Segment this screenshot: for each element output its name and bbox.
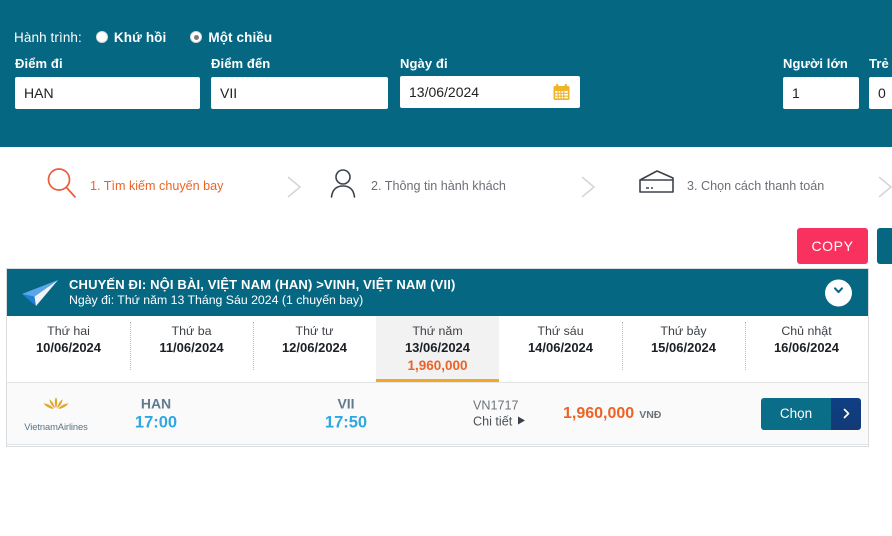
flight-result-row[interactable]: VietnamAirlines HAN 17:00 VII 17:50 VN17… bbox=[7, 383, 868, 445]
checkout-steps: 1. Tìm kiếm chuyến bay 2. Thông tin hành… bbox=[0, 147, 892, 224]
search-header: Hành trình: Khứ hồi Một chiều Điểm đi HA… bbox=[0, 0, 892, 147]
trip-option-round-trip[interactable]: Khứ hồi bbox=[96, 30, 166, 45]
depart-date-label: Ngày đi bbox=[400, 56, 448, 71]
departure-code: HAN bbox=[117, 394, 195, 412]
depart-date-input[interactable]: 13/06/2024 bbox=[400, 76, 580, 108]
step-separator-2-icon bbox=[578, 174, 600, 200]
date-tab-date: 13/06/2024 bbox=[405, 339, 470, 356]
person-icon bbox=[325, 165, 361, 206]
depart-date-value: 13/06/2024 bbox=[409, 84, 479, 100]
adults-value: 1 bbox=[792, 85, 800, 101]
adults-label: Người lớn bbox=[783, 56, 848, 71]
date-tab[interactable]: Thứ ba 11/06/2024 bbox=[130, 316, 253, 382]
arrival-code: VII bbox=[307, 394, 385, 412]
secondary-action-button[interactable] bbox=[877, 228, 892, 264]
date-tab-date: 16/06/2024 bbox=[774, 339, 839, 356]
paper-plane-icon bbox=[19, 277, 61, 309]
date-selector-strip: Thứ hai 10/06/2024 Thứ ba 11/06/2024 Thứ… bbox=[7, 316, 868, 383]
date-tab[interactable]: Thứ hai 10/06/2024 bbox=[7, 316, 130, 382]
fare-price-amount: 1,960,000 bbox=[563, 405, 634, 423]
date-tab[interactable]: Chủ nhật 16/06/2024 bbox=[745, 316, 868, 382]
date-tab[interactable]: Thứ sáu 14/06/2024 bbox=[499, 316, 622, 382]
outbound-flight-panel: CHUYẾN ĐI: NỘI BÀI, VIỆT NAM (HAN) >VINH… bbox=[6, 268, 869, 447]
step-separator-1-icon bbox=[284, 174, 306, 200]
select-flight-button[interactable]: Chọn bbox=[761, 398, 861, 430]
date-tab-selected[interactable]: Thứ năm 13/06/2024 1,960,000 bbox=[376, 316, 499, 382]
flight-detail-link[interactable]: Chi tiết bbox=[473, 413, 526, 430]
trip-type-label: Hành trình: bbox=[14, 30, 82, 45]
airline-logo: VietnamAirlines bbox=[17, 396, 95, 432]
flight-banner: CHUYẾN ĐI: NỘI BÀI, VIỆT NAM (HAN) >VINH… bbox=[7, 269, 868, 316]
date-tab-dow: Thứ sáu bbox=[537, 323, 583, 339]
date-tab-dow: Thứ hai bbox=[47, 323, 90, 339]
step-search-flight[interactable]: 1. Tìm kiếm chuyến bay bbox=[44, 147, 223, 224]
trip-type-row: Hành trình: Khứ hồi Một chiều bbox=[14, 27, 272, 47]
fare-price-currency: VNĐ bbox=[639, 409, 661, 421]
chevron-down-icon bbox=[832, 284, 845, 302]
select-flight-label: Chọn bbox=[761, 398, 831, 430]
departure-time: 17:00 bbox=[117, 412, 195, 433]
flight-banner-collapse-toggle[interactable] bbox=[825, 279, 852, 306]
children-input[interactable]: 0 bbox=[869, 77, 892, 109]
fare-price-block: 1,960,000 VNĐ bbox=[563, 405, 661, 423]
step-payment-method[interactable]: 3. Chọn cách thanh toán bbox=[635, 147, 824, 224]
trip-option-one-way-label: Một chiều bbox=[208, 30, 272, 45]
step-payment-method-label: 3. Chọn cách thanh toán bbox=[687, 179, 824, 193]
origin-input[interactable]: HAN bbox=[15, 77, 200, 109]
origin-value: HAN bbox=[24, 85, 54, 101]
flight-banner-title: CHUYẾN ĐI: NỘI BÀI, VIỆT NAM (HAN) >VINH… bbox=[69, 277, 456, 292]
destination-value: VII bbox=[220, 85, 237, 101]
radio-one-way-icon[interactable] bbox=[190, 31, 202, 43]
destination-label: Điểm đến bbox=[211, 56, 270, 71]
flight-number: VN1717 bbox=[473, 397, 526, 413]
date-tab-date: 12/06/2024 bbox=[282, 339, 347, 356]
arrival-segment: VII 17:50 bbox=[307, 394, 385, 433]
chevron-right-icon bbox=[831, 398, 861, 430]
date-tab-dow: Thứ tư bbox=[296, 323, 334, 339]
date-tab-dow: Chủ nhật bbox=[781, 323, 831, 339]
step-passenger-info-label: 2. Thông tin hành khách bbox=[371, 179, 506, 193]
origin-label: Điểm đi bbox=[15, 56, 63, 71]
trip-option-round-trip-label: Khứ hồi bbox=[114, 30, 166, 45]
step-separator-3-icon bbox=[875, 174, 892, 200]
step-search-flight-label: 1. Tìm kiếm chuyến bay bbox=[90, 179, 223, 193]
arrival-time: 17:50 bbox=[307, 412, 385, 433]
date-tab[interactable]: Thứ bảy 15/06/2024 bbox=[622, 316, 745, 382]
destination-input[interactable]: VII bbox=[211, 77, 388, 109]
date-tab-dow: Thứ ba bbox=[172, 323, 212, 339]
copy-button[interactable]: COPY bbox=[797, 228, 868, 264]
flight-banner-texts: CHUYẾN ĐI: NỘI BÀI, VIỆT NAM (HAN) >VINH… bbox=[69, 277, 456, 308]
radio-round-trip-icon[interactable] bbox=[96, 31, 108, 43]
vietnam-airlines-lotus-icon bbox=[39, 396, 73, 420]
date-tab[interactable]: Thứ tư 12/06/2024 bbox=[253, 316, 376, 382]
adults-input[interactable]: 1 bbox=[783, 77, 859, 109]
children-label: Trẻ bbox=[869, 56, 889, 71]
flight-number-block: VN1717 Chi tiết bbox=[473, 397, 526, 430]
date-tab-date: 10/06/2024 bbox=[36, 339, 101, 356]
date-tab-dow: Thứ năm bbox=[412, 323, 462, 339]
date-tab-dow: Thứ bảy bbox=[660, 323, 706, 339]
date-tab-date: 15/06/2024 bbox=[651, 339, 716, 356]
step-passenger-info[interactable]: 2. Thông tin hành khách bbox=[325, 147, 506, 224]
airline-name: VietnamAirlines bbox=[24, 421, 87, 432]
triangle-right-icon bbox=[517, 413, 526, 430]
search-icon bbox=[44, 165, 80, 206]
trip-option-one-way[interactable]: Một chiều bbox=[190, 30, 272, 45]
date-tab-price: 1,960,000 bbox=[407, 357, 467, 375]
flight-detail-label: Chi tiết bbox=[473, 413, 512, 430]
flight-banner-subtitle: Ngày đi: Thứ năm 13 Tháng Sáu 2024 (1 ch… bbox=[69, 293, 456, 308]
calendar-icon[interactable] bbox=[552, 83, 571, 102]
departure-segment: HAN 17:00 bbox=[117, 394, 195, 433]
date-tab-date: 14/06/2024 bbox=[528, 339, 593, 356]
children-value: 0 bbox=[878, 85, 886, 101]
credit-card-icon bbox=[635, 165, 677, 206]
date-tab-date: 11/06/2024 bbox=[159, 339, 223, 356]
